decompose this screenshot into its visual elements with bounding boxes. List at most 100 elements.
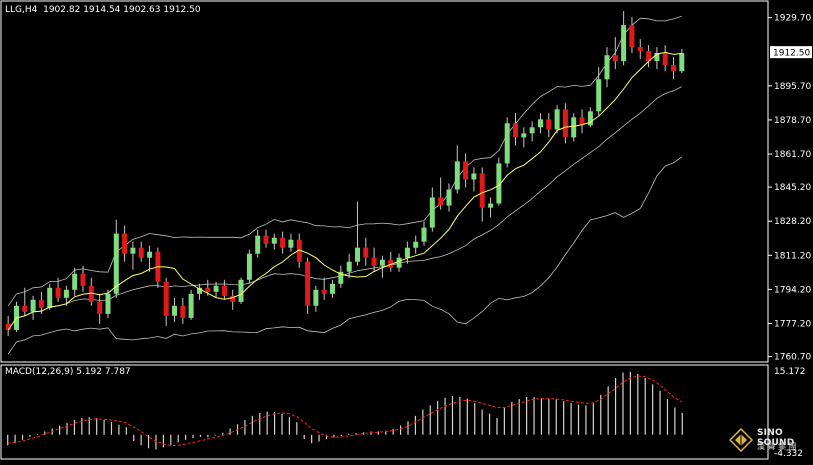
candle [546,113,552,138]
candle-body [221,285,227,296]
candle-body [22,305,28,312]
candle-body [163,281,169,316]
bollinger-lower-line [7,156,683,355]
candle [147,245,153,272]
candle-body [413,241,419,248]
candle-body [463,161,469,180]
candle-body [288,239,294,248]
candle [637,39,643,60]
candle [513,113,518,146]
candle-body [122,233,128,254]
candle-body [363,247,369,258]
candle-body [396,257,402,268]
candle [413,235,419,254]
current-price-label: 1912.50 [773,49,810,59]
price-tick-label: 1760.70 [774,353,811,363]
candle-body [313,289,319,306]
candle [97,293,103,324]
candle [562,103,568,144]
candle [554,105,560,134]
candle [271,233,277,250]
chart-window[interactable]: 1929.70 1895.70 1878.70 1861.70 1845.20 1828.… [0,0,813,461]
candle-body [255,235,261,254]
candle [172,297,177,322]
candle [671,57,676,80]
candle-body [105,293,111,314]
macd-label: MACD(12,26,9) [5,367,74,377]
candle [122,225,128,262]
candle [396,253,402,272]
candle [130,241,136,270]
candle [579,109,585,134]
candle-body [321,289,327,294]
candle-body [63,289,69,298]
candle [596,67,602,116]
candle [529,121,535,142]
candle-body [30,299,36,312]
candle [662,45,668,72]
candle-body [305,261,311,306]
sino-sound-logo-icon [729,428,753,452]
candle-body [346,261,352,272]
candle [388,251,394,272]
candle-body [355,247,360,262]
candle-body [637,47,643,52]
candle-body [454,161,460,190]
macd-main-value: 5.192 [76,367,102,377]
candle [471,167,477,192]
candle-body [621,25,627,62]
macd-header: MACD(12,26,9) 5.192 7.787 [5,367,131,377]
bollinger-upper-line [7,15,682,307]
candle-body [538,119,543,128]
high-value: 1914.54 [83,5,121,15]
candle-body [246,253,252,280]
candle [538,113,543,134]
candle [138,241,144,262]
candle-body [379,259,385,266]
macd-tick-label: 15.172 [774,367,806,377]
candle [230,289,236,310]
macd-signal-value: 7.787 [104,367,131,377]
candle-body [72,273,78,290]
candle [463,153,469,188]
candle-body [671,65,676,72]
candle [88,277,94,306]
candle [363,237,369,266]
candle [321,277,327,300]
candle [429,187,435,232]
candle-body [629,25,635,48]
candle-body [679,53,685,72]
candle [30,295,36,320]
watermark: SINO SOUND 漢 聲 集 團 [729,426,807,458]
watermark-chinese: 漢 聲 集 團 [757,442,797,451]
candle [355,201,360,266]
candle [305,257,311,314]
price-tick-label: 1777.20 [774,319,811,329]
candle-body [562,109,568,138]
candle [571,113,577,142]
price-tick-label: 1929.70 [774,14,811,24]
candle-body [47,287,53,308]
candle [679,49,685,74]
price-tick-label: 1878.70 [774,116,811,126]
price-tick-label: 1794.20 [774,285,811,295]
candle [246,249,252,284]
candle [604,47,610,88]
candle-body [97,301,103,314]
candle-body [280,237,286,248]
candle-body [513,123,518,138]
price-tick-label: 1895.70 [774,82,811,92]
candle-body [180,305,186,318]
candle-body [330,283,335,294]
candle-body [546,119,552,130]
open-value: 1902.82 [43,5,81,15]
candle [221,279,227,300]
chart-canvas[interactable]: 1929.70 1895.70 1878.70 1861.70 1845.20 1828.… [0,0,813,461]
candle [238,277,244,304]
candle [47,283,53,310]
price-tick-label: 1828.20 [774,217,811,227]
candle [404,241,410,264]
candle-body [138,247,144,258]
close-value: 1912.50 [163,5,201,15]
candle [105,289,111,318]
